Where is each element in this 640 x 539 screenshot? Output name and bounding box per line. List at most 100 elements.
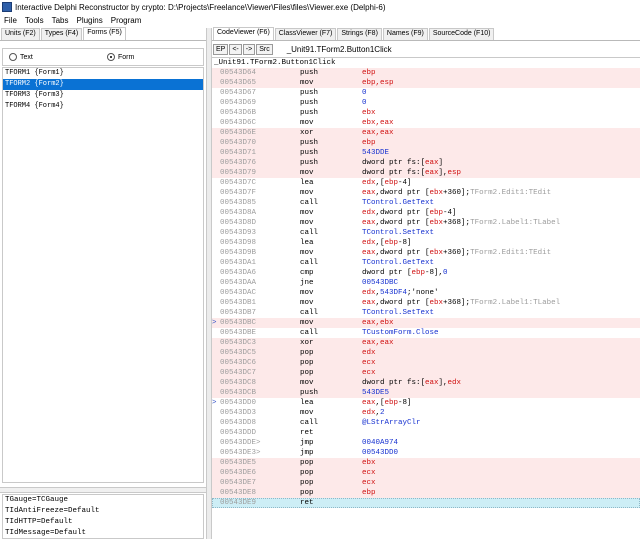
- code-line[interactable]: 00543D98 lea edx,[ebp-8]: [212, 238, 640, 248]
- menu-program[interactable]: Program: [107, 16, 146, 25]
- code-operands: 543DDE: [362, 148, 389, 158]
- code-line[interactable]: >00543DD0 lea eax,[ebp-8]: [212, 398, 640, 408]
- tab-classviewer[interactable]: ClassViewer (F7): [274, 28, 337, 40]
- operand-part: TForm2.Label1:TLabel: [470, 299, 561, 307]
- code-line[interactable]: 00543D7F mov eax,dword ptr [ebx+360];TForm…: [212, 188, 640, 198]
- code-line[interactable]: 00543D65 mov ebp,esp: [212, 78, 640, 88]
- code-line[interactable]: 00543D8A mov edx,dword ptr [ebp-4]: [212, 208, 640, 218]
- code-line[interactable]: 00543DAA jne 00543DBC: [212, 278, 640, 288]
- form-item-form2[interactable]: TFORM2 {Form2}: [3, 79, 203, 90]
- code-line[interactable]: 00543D71 push 543DDE: [212, 148, 640, 158]
- code-line[interactable]: 00543DDD ret: [212, 428, 640, 438]
- code-line[interactable]: 00543D76 push dword ptr fs:[eax]: [212, 158, 640, 168]
- code-line[interactable]: 00543DC3 xor eax,eax: [212, 338, 640, 348]
- menu-plugins[interactable]: Plugins: [72, 16, 106, 25]
- operand-part: eax,ebx: [362, 319, 394, 327]
- code-line[interactable]: 00543DBE call TCustomForm.Close: [212, 328, 640, 338]
- code-operands: ebp: [362, 488, 376, 498]
- code-line[interactable]: 00543DE9 ret: [212, 498, 640, 508]
- tab-strings[interactable]: Strings (F8): [337, 28, 382, 40]
- code-line[interactable]: 00543D6E xor eax,eax: [212, 128, 640, 138]
- code-line[interactable]: 00543DE6 pop ecx: [212, 468, 640, 478]
- menu-tabs[interactable]: Tabs: [48, 16, 73, 25]
- code-line[interactable]: 00543D7C lea edx,[ebp-4]: [212, 178, 640, 188]
- component-item[interactable]: TIdMessage=Default: [3, 528, 203, 538]
- code-line[interactable]: 00543DD3 mov edx,2: [212, 408, 640, 418]
- code-mnemonic: pop: [300, 359, 314, 367]
- form-item-form3[interactable]: TFORM3 {Form3}: [3, 90, 203, 101]
- forms-list[interactable]: TFORM1 {Form1} TFORM2 {Form2} TFORM3 {Fo…: [2, 67, 204, 483]
- radio-text-indicator[interactable]: [9, 53, 17, 61]
- code-line[interactable]: 00543DB1 mov eax,dword ptr [ebx+368];TForm…: [212, 298, 640, 308]
- code-line[interactable]: 00543DC6 pop ecx: [212, 358, 640, 368]
- operand-part: eax: [425, 159, 439, 167]
- code-line[interactable]: 00543DAC mov edx,543DF4;'none': [212, 288, 640, 298]
- code-mnemonic: ret: [300, 429, 314, 437]
- component-item[interactable]: TIdAntiFreeze=Default: [3, 506, 203, 517]
- code-operands: dword ptr [ebp-8],0: [362, 268, 448, 278]
- code-line[interactable]: 00543DD8 call @LStrArrayClr: [212, 418, 640, 428]
- operand-part: dword ptr [: [362, 269, 412, 277]
- tab-codeviewer[interactable]: CodeViewer (F6): [213, 27, 274, 40]
- menu-file[interactable]: File: [0, 16, 21, 25]
- code-operands: edx,2: [362, 408, 385, 418]
- code-line[interactable]: 00543DE3> jmp 00543DD0: [212, 448, 640, 458]
- tab-forms[interactable]: Forms (F5): [83, 27, 126, 40]
- code-line[interactable]: 00543DC8 mov dword ptr fs:[eax],edx: [212, 378, 640, 388]
- code-line[interactable]: 00543DDE> jmp 0040A974: [212, 438, 640, 448]
- operand-part: 543DDE: [362, 149, 390, 157]
- code-mnemonic: push: [300, 139, 319, 147]
- operand-part: ebp: [384, 239, 399, 247]
- left-panel-splitter[interactable]: [0, 487, 206, 493]
- back-button[interactable]: <-: [229, 44, 242, 55]
- code-line[interactable]: 00543D79 mov dword ptr fs:[eax],esp: [212, 168, 640, 178]
- entry-point-button[interactable]: EP: [213, 44, 229, 55]
- code-line[interactable]: 00543D6C mov ebx,eax: [212, 118, 640, 128]
- code-address: 00543D9B: [220, 249, 257, 257]
- code-address: 00543D70: [220, 139, 257, 147]
- code-line[interactable]: 00543DA6 cmp dword ptr [ebp-8],0: [212, 268, 640, 278]
- tab-names[interactable]: Names (F9): [382, 28, 428, 40]
- code-operands: dword ptr fs:[eax]: [362, 158, 443, 168]
- code-line[interactable]: 00543DE7 pop ecx: [212, 478, 640, 488]
- operand-part: eax: [362, 299, 376, 307]
- code-line[interactable]: 00543DA1 call TControl.GetText: [212, 258, 640, 268]
- tab-units[interactable]: Units (F2): [1, 28, 40, 40]
- operand-part: 543DE5: [362, 389, 390, 397]
- tab-types[interactable]: Types (F4): [40, 28, 83, 40]
- code-line[interactable]: 00543D6B push ebx: [212, 108, 640, 118]
- code-toolbar: EP <- -> Src _Unit91.TForm2.Button1Click: [212, 43, 640, 56]
- radio-text[interactable]: Text: [9, 53, 107, 61]
- form-item-form1[interactable]: TFORM1 {Form1}: [3, 68, 203, 79]
- radio-form-indicator[interactable]: [107, 53, 115, 61]
- forward-button[interactable]: ->: [242, 44, 256, 55]
- code-line[interactable]: 00543DCB push 543DE5: [212, 388, 640, 398]
- components-list[interactable]: TGauge=TCGauge TIdAntiFreeze=Default TId…: [2, 494, 204, 539]
- code-line[interactable]: 00543D69 push 0: [212, 98, 640, 108]
- component-item[interactable]: TGauge=TCGauge: [3, 495, 203, 506]
- operand-part: -4]: [398, 179, 412, 187]
- code-line[interactable]: 00543D85 call TControl.GetText: [212, 198, 640, 208]
- code-line[interactable]: 00543D9B mov eax,dword ptr [ebx+360];TForm…: [212, 248, 640, 258]
- code-line[interactable]: 00543D70 push ebp: [212, 138, 640, 148]
- code-line[interactable]: 00543D93 call TControl.SetText: [212, 228, 640, 238]
- component-item[interactable]: TIdHTTP=Default: [3, 517, 203, 528]
- code-line[interactable]: 00543D67 push 0: [212, 88, 640, 98]
- tab-sourcecode[interactable]: SourceCode (F10): [428, 28, 495, 40]
- code-line[interactable]: 00543DC7 pop ecx: [212, 368, 640, 378]
- radio-form[interactable]: Form: [107, 53, 134, 61]
- menu-tools[interactable]: Tools: [21, 16, 48, 25]
- code-line[interactable]: >00543DBC mov eax,ebx: [212, 318, 640, 328]
- form-item-form4[interactable]: TFORM4 {Form4}: [3, 101, 203, 112]
- code-line[interactable]: 00543DE8 pop ebp: [212, 488, 640, 498]
- operand-part: ],: [438, 169, 448, 177]
- code-line[interactable]: 00543D8D mov eax,dword ptr [ebx+368];TForm…: [212, 218, 640, 228]
- code-line[interactable]: 00543DB7 call TControl.SetText: [212, 308, 640, 318]
- operand-part: ,dword ptr [: [375, 249, 430, 257]
- operand-part: ecx: [362, 369, 376, 377]
- code-viewer[interactable]: _Unit91.TForm2.Button1Click 00543D64 push…: [212, 57, 640, 539]
- source-button[interactable]: Src: [256, 44, 273, 55]
- code-line[interactable]: 00543D64 push ebp: [212, 68, 640, 78]
- code-line[interactable]: 00543DC5 pop edx: [212, 348, 640, 358]
- code-line[interactable]: 00543DE5 pop ebx: [212, 458, 640, 468]
